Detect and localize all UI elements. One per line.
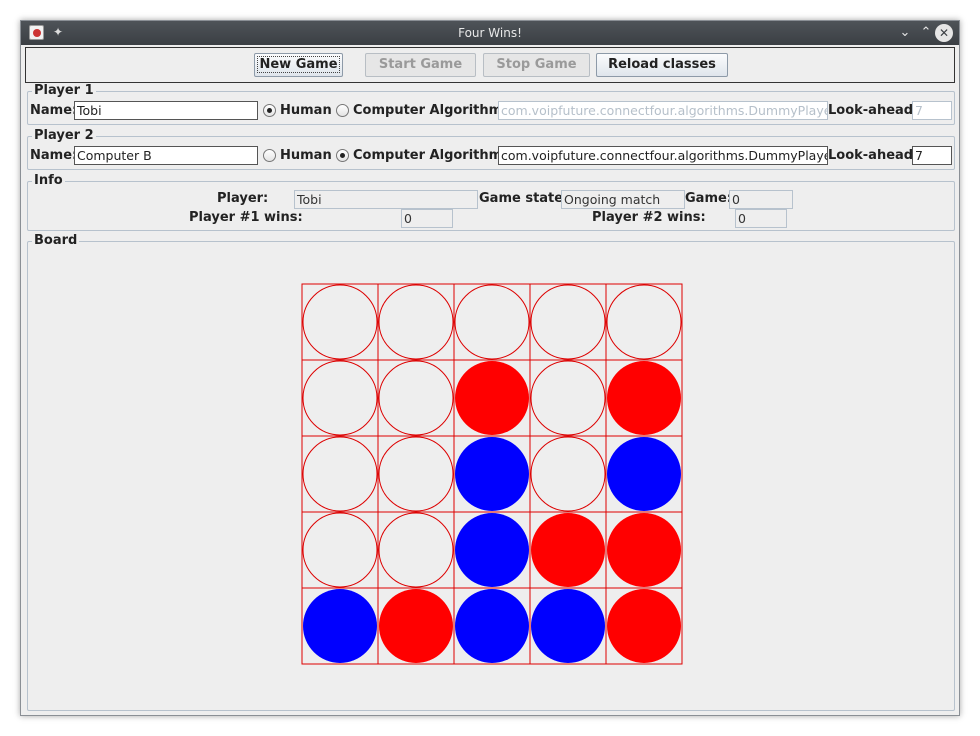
- player1-computer-label: Computer Algorithm:: [353, 103, 508, 118]
- minimize-icon[interactable]: ⌄: [896, 24, 914, 42]
- info-p1-wins-value: 0: [401, 209, 453, 228]
- info-p2-wins-label: Player #2 wins:: [592, 210, 706, 225]
- blue-disc: [531, 589, 605, 663]
- red-disc: [607, 513, 681, 587]
- player1-algorithm-input[interactable]: com.voipfuture.connectfour.algorithms.Du…: [498, 101, 828, 120]
- blue-disc: [455, 437, 529, 511]
- game-board[interactable]: [28, 242, 954, 710]
- info-panel: Info Player: Tobi Game state: Ongoing ma…: [27, 173, 955, 231]
- player2-human-radio[interactable]: [263, 149, 276, 162]
- new-game-label: New Game: [257, 56, 340, 73]
- toolbar: New Game Start Game Stop Game Reload cla…: [25, 47, 955, 83]
- empty-slot: [302, 436, 378, 512]
- info-p1-wins-label: Player #1 wins:: [189, 210, 303, 225]
- player2-algorithm-input[interactable]: com.voipfuture.connectfour.algorithms.Du…: [498, 146, 828, 165]
- info-player-value: Tobi: [294, 190, 478, 209]
- player1-human-radio[interactable]: [263, 104, 276, 117]
- empty-slot: [378, 360, 454, 436]
- empty-slot: [378, 512, 454, 588]
- empty-slot: [302, 284, 378, 360]
- reload-classes-label: Reload classes: [608, 57, 716, 72]
- maximize-icon[interactable]: ⌃: [917, 24, 935, 42]
- red-disc: [455, 361, 529, 435]
- info-game-state-value: Ongoing match: [561, 190, 685, 209]
- red-disc: [379, 589, 453, 663]
- new-game-button[interactable]: New Game: [254, 53, 343, 77]
- info-legend: Info: [32, 173, 65, 188]
- window-title: Four Wins!: [458, 26, 522, 40]
- player2-panel: Player 2 Name: Computer B Human Computer…: [27, 128, 955, 170]
- player2-name-label: Name:: [30, 148, 78, 163]
- info-game-label: Game:: [685, 191, 733, 206]
- stop-game-label: Stop Game: [496, 57, 577, 72]
- board-panel: Board: [27, 233, 955, 711]
- player2-lookahead-label: Look-ahead:: [828, 148, 919, 163]
- close-icon[interactable]: ✕: [935, 24, 953, 42]
- empty-slot: [302, 360, 378, 436]
- empty-slot: [530, 436, 606, 512]
- info-player-label: Player:: [217, 191, 269, 206]
- player2-lookahead-input[interactable]: 7: [912, 146, 952, 165]
- player2-computer-label: Computer Algorithm:: [353, 148, 508, 163]
- empty-slot: [606, 284, 682, 360]
- blue-disc: [455, 513, 529, 587]
- empty-slot: [530, 360, 606, 436]
- red-disc: [531, 513, 605, 587]
- stop-game-button[interactable]: Stop Game: [483, 53, 590, 77]
- empty-slot: [454, 284, 530, 360]
- player2-human-label: Human: [280, 148, 332, 163]
- red-disc: [607, 361, 681, 435]
- blue-disc: [303, 589, 377, 663]
- empty-slot: [530, 284, 606, 360]
- player1-lookahead-input[interactable]: 7: [912, 101, 952, 120]
- app-window: ✦ Four Wins! ⌄ ⌃ ✕ New Game Start Game S…: [20, 20, 960, 716]
- player2-computer-radio[interactable]: [336, 149, 349, 162]
- title-bar[interactable]: ✦ Four Wins! ⌄ ⌃ ✕: [21, 21, 959, 45]
- info-p2-wins-value: 0: [735, 209, 787, 228]
- blue-disc: [607, 437, 681, 511]
- player1-computer-radio[interactable]: [336, 104, 349, 117]
- player1-name-input[interactable]: Tobi: [74, 101, 258, 120]
- player1-legend: Player 1: [32, 83, 96, 98]
- start-game-label: Start Game: [378, 57, 463, 72]
- blue-disc: [455, 589, 529, 663]
- reload-classes-button[interactable]: Reload classes: [596, 53, 728, 77]
- red-disc: [607, 589, 681, 663]
- start-game-button[interactable]: Start Game: [365, 53, 476, 77]
- player1-name-label: Name:: [30, 103, 78, 118]
- empty-slot: [378, 436, 454, 512]
- player1-lookahead-label: Look-ahead:: [828, 103, 919, 118]
- info-game-state-label: Game state:: [479, 191, 569, 206]
- player1-panel: Player 1 Name: Tobi Human Computer Algor…: [27, 83, 955, 125]
- empty-slot: [302, 512, 378, 588]
- player2-name-input[interactable]: Computer B: [74, 146, 258, 165]
- empty-slot: [378, 284, 454, 360]
- player2-legend: Player 2: [32, 128, 96, 143]
- info-game-value: 0: [729, 190, 793, 209]
- player1-human-label: Human: [280, 103, 332, 118]
